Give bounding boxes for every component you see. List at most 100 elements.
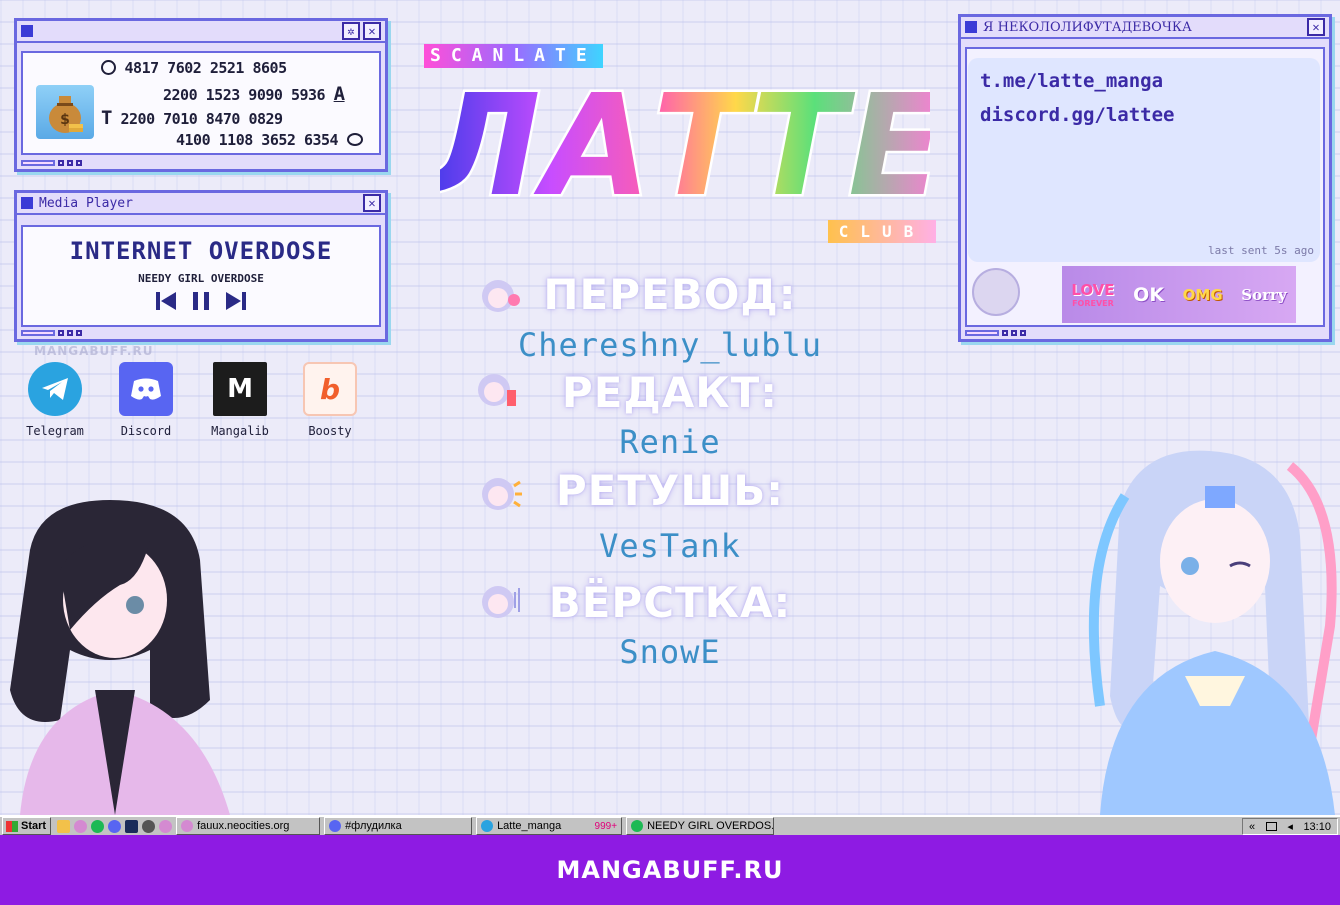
previous-button[interactable] — [156, 291, 178, 315]
desktop-icon-label: Boosty — [308, 424, 352, 438]
sticker-panel: LOVE FOREVER OK OMG Sorry — [1062, 266, 1296, 323]
spotify-icon[interactable] — [91, 819, 105, 833]
sticker-label: LOVE — [1071, 281, 1115, 299]
footer-bar — [21, 160, 55, 166]
boosty-icon: b — [303, 362, 357, 416]
discord-link[interactable]: discord.gg/lattee — [980, 104, 1174, 126]
track-artist: NEEDY GIRL OVERDOSE — [138, 272, 264, 285]
pause-button[interactable] — [190, 291, 212, 315]
start-button[interactable]: Start — [2, 817, 52, 835]
task-label: fauux.neocities.org — [197, 820, 290, 832]
clock[interactable]: 13:10 — [1303, 821, 1331, 833]
footer-dot — [1020, 330, 1026, 336]
chat-window-titlebar[interactable]: Я НЕКОЛОЛИФУТАДЕВОЧКА ✕ — [961, 17, 1329, 39]
task-discord[interactable]: #флудилка — [324, 817, 473, 835]
desktop-icon-label: Mangalib — [211, 424, 269, 438]
discord-icon — [329, 820, 342, 832]
task-browser[interactable]: fauux.neocities.org — [176, 817, 321, 835]
task-label: #флудилка — [345, 820, 402, 832]
sticker-ok[interactable]: OK — [1133, 284, 1164, 306]
sticker-sorry[interactable]: Sorry — [1241, 286, 1286, 304]
browser-icon[interactable] — [74, 819, 88, 833]
desktop-icon-boosty[interactable]: b Boosty — [292, 362, 368, 438]
footer-banner: MANGABUFF.RU — [0, 835, 1340, 905]
desktop-icon-telegram[interactable]: Telegram — [17, 362, 93, 438]
task-label: Latte_manga — [497, 820, 562, 832]
footer-bar — [965, 330, 999, 336]
next-button[interactable] — [224, 291, 246, 315]
window-icon — [21, 25, 33, 37]
task-spotify[interactable]: NEEDY GIRL OVERDOS... — [626, 817, 775, 835]
footer-text: MANGABUFF.RU — [556, 856, 784, 884]
credit-role: ВЁРСТКА: — [548, 578, 792, 627]
desktop-icon-mangalib[interactable]: M Mangalib — [202, 362, 278, 438]
footer-dot — [67, 160, 73, 166]
footer-dot — [76, 330, 82, 336]
window-title: Я НЕКОЛОЛИФУТАДЕВОЧКА — [983, 19, 1192, 35]
web-icon[interactable] — [159, 819, 173, 833]
media-player-body: INTERNET OVERDOSE NEEDY GIRL OVERDOSE — [21, 225, 381, 327]
girl-character-right-image — [1088, 450, 1337, 815]
footer-dot — [58, 160, 64, 166]
link-icon[interactable] — [142, 819, 156, 833]
chevron-left-icon[interactable]: « — [1249, 821, 1255, 833]
settings-button[interactable]: ✲ — [342, 22, 360, 40]
girl-character-left-image — [10, 500, 230, 815]
credit-role: РЕДАКТ: — [561, 368, 779, 417]
tbank-icon: T — [101, 107, 112, 129]
desktop-icon-label: Telegram — [26, 424, 84, 438]
chat-avatar — [972, 268, 1020, 316]
payment-window-titlebar[interactable]: ✲ ✕ — [17, 21, 385, 43]
logo-scanlate-tag: SCANLATE — [424, 44, 603, 68]
credit-role: РЕТУШЬ: — [555, 466, 785, 515]
folder-icon[interactable] — [57, 819, 71, 833]
credit-name: Renie — [619, 423, 721, 461]
taskbar: Start fauux.neocities.org #флудилка Latt… — [0, 815, 1340, 835]
sticker-omg[interactable]: OMG — [1183, 286, 1223, 304]
track-title: INTERNET OVERDOSE — [69, 237, 333, 265]
spotify-icon — [631, 820, 644, 832]
window-icon — [21, 197, 33, 209]
window-icon — [965, 21, 977, 33]
window-footer — [21, 160, 82, 166]
close-button[interactable]: ✕ — [1307, 18, 1325, 36]
card-line-3: T 2200 7010 8470 0829 — [101, 107, 283, 129]
sber-icon — [101, 60, 116, 75]
credit-name: Chereshny_lublu — [518, 326, 822, 364]
sticker-love[interactable]: LOVE FOREVER — [1071, 281, 1114, 308]
media-player-titlebar[interactable]: Media Player ✕ — [17, 193, 385, 215]
payment-window: ✲ ✕ $ 4817 7602 2521 8605 2200 1523 9090 — [14, 18, 388, 172]
sticker-sub-label: FOREVER — [1072, 299, 1114, 308]
svg-text:$: $ — [60, 112, 70, 128]
close-button[interactable]: ✕ — [363, 194, 381, 212]
discord-icon[interactable] — [108, 819, 122, 833]
windows-logo-icon — [6, 820, 18, 832]
desktop-icon-discord[interactable]: Discord — [108, 362, 184, 438]
unread-badge: 999+ — [594, 820, 618, 832]
card-number: 4817 7602 2521 8605 — [124, 59, 288, 77]
window-footer — [21, 330, 82, 336]
telegram-link[interactable]: t.me/latte_manga — [980, 70, 1163, 92]
task-telegram[interactable]: Latte_manga 999+ — [476, 817, 623, 835]
footer-bar — [21, 330, 55, 336]
mangalib-icon: M — [213, 362, 267, 416]
credit-name: SnowE — [619, 633, 721, 671]
volume-icon[interactable]: ◂ — [1287, 820, 1293, 833]
card-line-4: 4100 1108 3652 6354 — [176, 131, 363, 149]
payment-window-body: $ 4817 7602 2521 8605 2200 1523 9090 593… — [21, 51, 381, 155]
last-sent-status: last sent 5s ago — [1208, 244, 1314, 257]
footer-dot — [1002, 330, 1008, 336]
network-icon[interactable] — [1265, 822, 1277, 831]
card-number: 2200 7010 8470 0829 — [120, 110, 283, 128]
start-label: Start — [21, 820, 47, 832]
logo-main-text: ЛАТТЕ — [440, 76, 930, 210]
close-button[interactable]: ✕ — [363, 22, 381, 40]
photoshop-icon[interactable] — [125, 819, 139, 833]
media-player-window: Media Player ✕ INTERNET OVERDOSE NEEDY G… — [14, 190, 388, 342]
logo-club-tag: CLUB — [828, 220, 936, 243]
telegram-icon — [481, 820, 494, 832]
yoomoney-icon — [346, 133, 363, 146]
credit-name: VesTank — [599, 527, 741, 565]
desktop: ✲ ✕ $ 4817 7602 2521 8605 2200 1523 9090 — [0, 0, 1340, 815]
quick-launch — [57, 819, 173, 833]
